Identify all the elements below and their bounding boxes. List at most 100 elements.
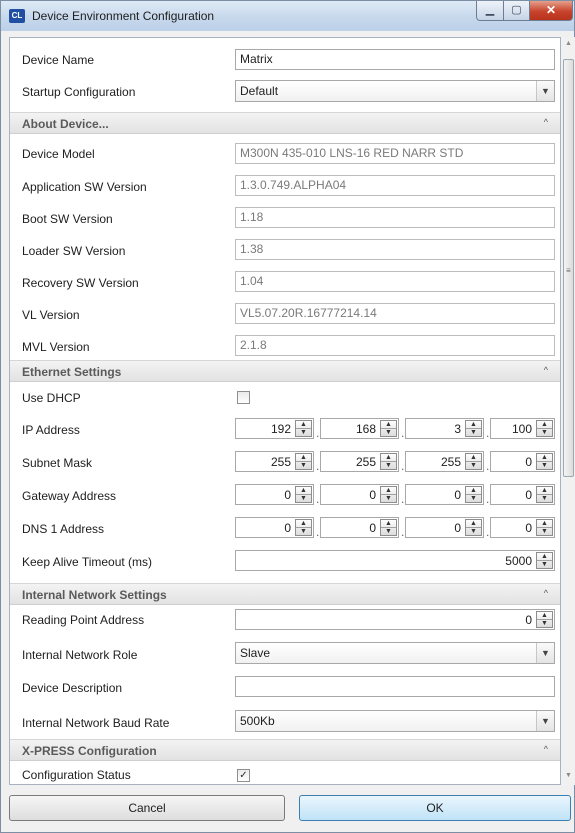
startup-config-select[interactable]: Default ▼ <box>235 80 555 102</box>
spinner-buttons[interactable]: ▲ ▼ <box>536 552 553 569</box>
minimize-button[interactable]: ▁ <box>476 1 504 21</box>
close-button[interactable]: ✕ <box>529 1 573 21</box>
spin-up-icon[interactable]: ▲ <box>296 421 311 429</box>
subnet-octet-1[interactable]: 255 ▲ ▼ <box>235 451 314 472</box>
gateway-octet-4[interactable]: 0 ▲ ▼ <box>490 484 555 505</box>
spin-down-icon[interactable]: ▼ <box>381 528 396 536</box>
dns-octet-3[interactable]: 0 ▲ ▼ <box>405 517 484 538</box>
spinner-buttons[interactable]: ▲ ▼ <box>536 453 553 470</box>
spinner-buttons[interactable]: ▲ ▼ <box>295 486 312 503</box>
spin-down-icon[interactable]: ▼ <box>466 429 481 437</box>
maximize-button[interactable]: ▢ <box>503 1 530 21</box>
baud-rate-select[interactable]: 500Kb ▼ <box>235 710 555 732</box>
subnet-octet-2[interactable]: 255 ▲ ▼ <box>320 451 399 472</box>
section-internal-network[interactable]: Internal Network Settings ^ <box>10 583 560 605</box>
subnet-octet-4[interactable]: 0 ▲ ▼ <box>490 451 555 472</box>
ip-octet-4[interactable]: 100 ▲ ▼ <box>490 418 555 439</box>
vertical-scrollbar[interactable]: ▲ ≡ ▼ <box>562 37 575 785</box>
device-description-input[interactable] <box>235 676 555 697</box>
octet-value: 0 <box>369 521 376 535</box>
spinner-buttons[interactable]: ▲ ▼ <box>380 519 397 536</box>
spin-down-icon[interactable]: ▼ <box>296 528 311 536</box>
spinner-buttons[interactable]: ▲ ▼ <box>295 420 312 437</box>
spinner-buttons[interactable]: ▲ ▼ <box>536 486 553 503</box>
reading-point-spinner[interactable]: 0 ▲ ▼ <box>235 609 555 630</box>
cancel-button[interactable]: Cancel <box>9 795 285 821</box>
config-status-checkbox[interactable]: ✓ <box>237 769 250 782</box>
section-about-device[interactable]: About Device... ^ <box>10 112 560 134</box>
scroll-up-icon[interactable]: ▲ <box>562 37 575 51</box>
checkmark-icon: ✓ <box>239 770 248 781</box>
octet-separator: . <box>486 492 490 506</box>
spin-up-icon[interactable]: ▲ <box>466 421 481 429</box>
use-dhcp-checkbox[interactable] <box>237 391 250 404</box>
device-name-input[interactable]: Matrix <box>235 49 555 70</box>
spin-down-icon[interactable]: ▼ <box>537 528 552 536</box>
device-model-field: M300N 435-010 LNS-16 RED NARR STD <box>235 143 555 164</box>
spin-up-icon[interactable]: ▲ <box>537 421 552 429</box>
spinner-buttons[interactable]: ▲ ▼ <box>465 486 482 503</box>
spin-up-icon[interactable]: ▲ <box>537 454 552 462</box>
dns-octet-4[interactable]: 0 ▲ ▼ <box>490 517 555 538</box>
spin-down-icon[interactable]: ▼ <box>381 462 396 470</box>
spin-up-icon[interactable]: ▲ <box>381 421 396 429</box>
loader-sw-version-field: 1.38 <box>235 239 555 260</box>
dns-octet-1[interactable]: 0 ▲ ▼ <box>235 517 314 538</box>
spin-up-icon[interactable]: ▲ <box>537 612 552 620</box>
spin-up-icon[interactable]: ▲ <box>466 487 481 495</box>
ip-octet-1[interactable]: 192 ▲ ▼ <box>235 418 314 439</box>
network-role-select[interactable]: Slave ▼ <box>235 642 555 664</box>
spin-up-icon[interactable]: ▲ <box>466 520 481 528</box>
device-name-label: Device Name <box>22 53 95 67</box>
scroll-down-icon[interactable]: ▼ <box>562 769 575 783</box>
collapse-caret-icon: ^ <box>543 365 548 375</box>
spin-down-icon[interactable]: ▼ <box>466 495 481 503</box>
spin-down-icon[interactable]: ▼ <box>381 495 396 503</box>
spinner-buttons[interactable]: ▲ ▼ <box>536 420 553 437</box>
spinner-buttons[interactable]: ▲ ▼ <box>380 453 397 470</box>
spin-up-icon[interactable]: ▲ <box>466 454 481 462</box>
vl-version-field: VL5.07.20R.16777214.14 <box>235 303 555 324</box>
spinner-buttons[interactable]: ▲ ▼ <box>465 420 482 437</box>
spin-down-icon[interactable]: ▼ <box>296 429 311 437</box>
gateway-octet-2[interactable]: 0 ▲ ▼ <box>320 484 399 505</box>
spinner-buttons[interactable]: ▲ ▼ <box>536 611 553 628</box>
ok-button[interactable]: OK <box>299 795 571 821</box>
scrollbar-thumb[interactable]: ≡ <box>563 59 574 477</box>
spin-down-icon[interactable]: ▼ <box>537 561 552 569</box>
subnet-octet-3[interactable]: 255 ▲ ▼ <box>405 451 484 472</box>
spinner-buttons[interactable]: ▲ ▼ <box>295 519 312 536</box>
dns-octet-2[interactable]: 0 ▲ ▼ <box>320 517 399 538</box>
spin-down-icon[interactable]: ▼ <box>466 462 481 470</box>
ip-octet-2[interactable]: 168 ▲ ▼ <box>320 418 399 439</box>
spin-down-icon[interactable]: ▼ <box>296 495 311 503</box>
section-ethernet-settings[interactable]: Ethernet Settings ^ <box>10 360 560 382</box>
spin-down-icon[interactable]: ▼ <box>296 462 311 470</box>
section-xpress-configuration[interactable]: X-PRESS Configuration ^ <box>10 739 560 761</box>
ip-octet-3[interactable]: 3 ▲ ▼ <box>405 418 484 439</box>
spinner-buttons[interactable]: ▲ ▼ <box>380 486 397 503</box>
spin-down-icon[interactable]: ▼ <box>466 528 481 536</box>
spin-down-icon[interactable]: ▼ <box>537 462 552 470</box>
spin-up-icon[interactable]: ▲ <box>381 487 396 495</box>
spin-up-icon[interactable]: ▲ <box>296 487 311 495</box>
spinner-buttons[interactable]: ▲ ▼ <box>465 519 482 536</box>
spinner-buttons[interactable]: ▲ ▼ <box>295 453 312 470</box>
spinner-buttons[interactable]: ▲ ▼ <box>536 519 553 536</box>
spin-up-icon[interactable]: ▲ <box>296 520 311 528</box>
spin-down-icon[interactable]: ▼ <box>537 429 552 437</box>
spin-up-icon[interactable]: ▲ <box>381 454 396 462</box>
spin-up-icon[interactable]: ▲ <box>381 520 396 528</box>
spin-up-icon[interactable]: ▲ <box>537 520 552 528</box>
spin-up-icon[interactable]: ▲ <box>537 553 552 561</box>
spin-up-icon[interactable]: ▲ <box>296 454 311 462</box>
keepalive-spinner[interactable]: 5000 ▲ ▼ <box>235 550 555 571</box>
spin-up-icon[interactable]: ▲ <box>537 487 552 495</box>
spin-down-icon[interactable]: ▼ <box>537 495 552 503</box>
gateway-octet-1[interactable]: 0 ▲ ▼ <box>235 484 314 505</box>
spin-down-icon[interactable]: ▼ <box>537 620 552 628</box>
spin-down-icon[interactable]: ▼ <box>381 429 396 437</box>
spinner-buttons[interactable]: ▲ ▼ <box>465 453 482 470</box>
spinner-buttons[interactable]: ▲ ▼ <box>380 420 397 437</box>
gateway-octet-3[interactable]: 0 ▲ ▼ <box>405 484 484 505</box>
